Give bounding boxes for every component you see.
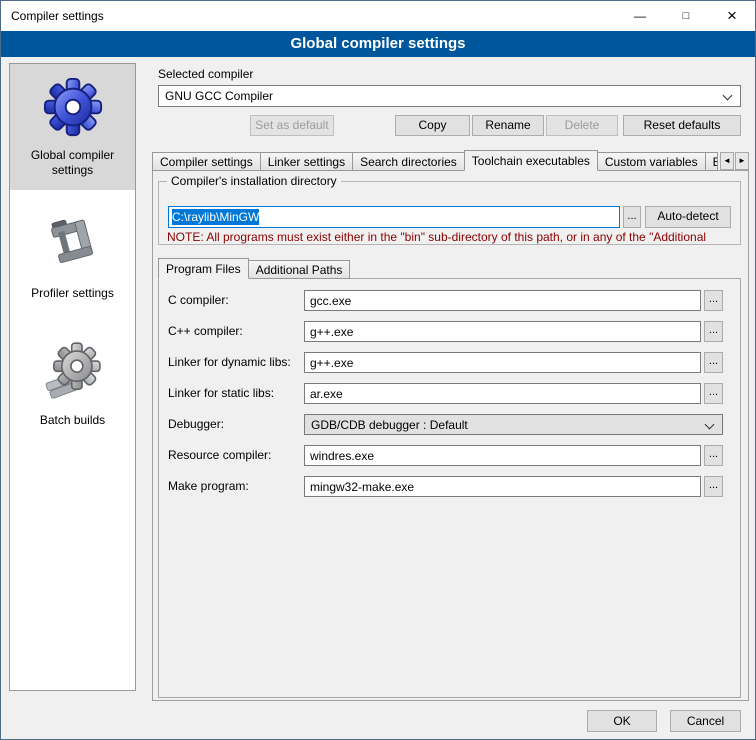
program-files-tabstrip: Program Files Additional Paths [158,258,350,279]
window-title: Compiler settings [1,9,104,23]
chevron-down-icon [705,420,715,430]
tab-compiler-settings[interactable]: Compiler settings [152,152,261,171]
compiler-select[interactable]: GNU GCC Compiler [158,85,741,107]
settings-category-list: Global compiler settings Profiler settin… [9,63,136,691]
c-compiler-input[interactable] [304,290,701,311]
resource-compiler-browse-button[interactable]: ... [704,445,723,466]
tab-scroll-right-button[interactable]: ► [735,152,749,170]
sidebar-item-profiler-settings[interactable]: Profiler settings [10,202,135,313]
ok-button[interactable]: OK [587,710,657,732]
set-as-default-button: Set as default [250,115,334,136]
maximize-button[interactable]: □ [663,1,709,31]
make-program-label: Make program: [168,476,249,497]
linker-dynamic-input[interactable] [304,352,701,373]
caption-buttons: — □ × [617,1,755,31]
cpp-compiler-browse-button[interactable]: ... [704,321,723,342]
rename-button[interactable]: Rename [472,115,544,136]
tab-build-options[interactable]: Build [705,152,718,171]
linker-static-input[interactable] [304,383,701,404]
minimize-button[interactable]: — [617,1,663,31]
c-compiler-browse-button[interactable]: ... [704,290,723,311]
c-compiler-label: C compiler: [168,290,229,311]
install-dir-selected-text: C:\raylib\MinGW [172,209,259,225]
sidebar-item-batch-builds[interactable]: Batch builds [10,329,135,440]
cpp-compiler-input[interactable] [304,321,701,342]
tab-linker-settings[interactable]: Linker settings [260,152,353,171]
make-program-browse-button[interactable]: ... [704,476,723,497]
make-program-input[interactable] [304,476,701,497]
minimize-icon: — [634,11,646,21]
compiler-select-value: GNU GCC Compiler [165,89,273,103]
maximize-icon: □ [683,10,690,22]
cpp-compiler-label: C++ compiler: [168,321,243,342]
tab-additional-paths[interactable]: Additional Paths [248,260,351,279]
sidebar-item-label: Global compiler settings [12,148,133,178]
linker-static-browse-button[interactable]: ... [704,383,723,404]
field-row-debugger: Debugger: GDB/CDB debugger : Default [168,414,724,436]
tab-search-directories[interactable]: Search directories [352,152,465,171]
tab-custom-variables[interactable]: Custom variables [597,152,706,171]
gears-gray-icon [42,341,104,403]
field-row-linker-dynamic: Linker for dynamic libs: ... [168,352,724,374]
reset-defaults-button[interactable]: Reset defaults [623,115,741,136]
installation-directory-group-title: Compiler's installation directory [167,174,341,188]
debugger-label: Debugger: [168,414,224,435]
linker-static-label: Linker for static libs: [168,383,274,404]
tab-scroll-left-button[interactable]: ◄ [720,152,734,170]
sidebar-item-label: Batch builds [40,413,105,428]
install-dir-input[interactable]: C:\raylib\MinGW [168,206,620,228]
resource-compiler-label: Resource compiler: [168,445,271,466]
tab-toolchain-executables[interactable]: Toolchain executables [464,150,598,171]
delete-button: Delete [546,115,618,136]
compiler-settings-window: Compiler settings — □ × Global compiler … [0,0,756,740]
titlebar: Compiler settings — □ × [1,1,755,31]
debugger-select[interactable]: GDB/CDB debugger : Default [304,414,723,435]
close-button[interactable]: × [709,1,755,31]
field-row-cpp-compiler: C++ compiler: ... [168,321,724,343]
debugger-select-value: GDB/CDB debugger : Default [311,418,468,432]
field-row-c-compiler: C compiler: ... [168,290,724,312]
chevron-down-icon [723,91,733,101]
profiler-tool-icon [43,214,103,276]
sidebar-item-label: Profiler settings [31,286,114,301]
settings-tabstrip: Compiler settings Linker settings Search… [152,150,718,171]
field-row-resource-compiler: Resource compiler: ... [168,445,724,467]
install-dir-note: NOTE: All programs must exist either in … [167,230,739,244]
selected-compiler-label: Selected compiler [158,67,253,81]
field-row-make-program: Make program: ... [168,476,724,498]
linker-dynamic-browse-button[interactable]: ... [704,352,723,373]
copy-button[interactable]: Copy [395,115,470,136]
sidebar-item-global-compiler-settings[interactable]: Global compiler settings [10,64,135,190]
field-row-linker-static: Linker for static libs: ... [168,383,724,405]
close-icon: × [727,6,737,26]
gear-blue-icon [42,76,104,138]
resource-compiler-input[interactable] [304,445,701,466]
cancel-button[interactable]: Cancel [670,710,741,732]
tab-program-files[interactable]: Program Files [158,258,249,279]
linker-dynamic-label: Linker for dynamic libs: [168,352,291,373]
page-title: Global compiler settings [1,31,755,57]
